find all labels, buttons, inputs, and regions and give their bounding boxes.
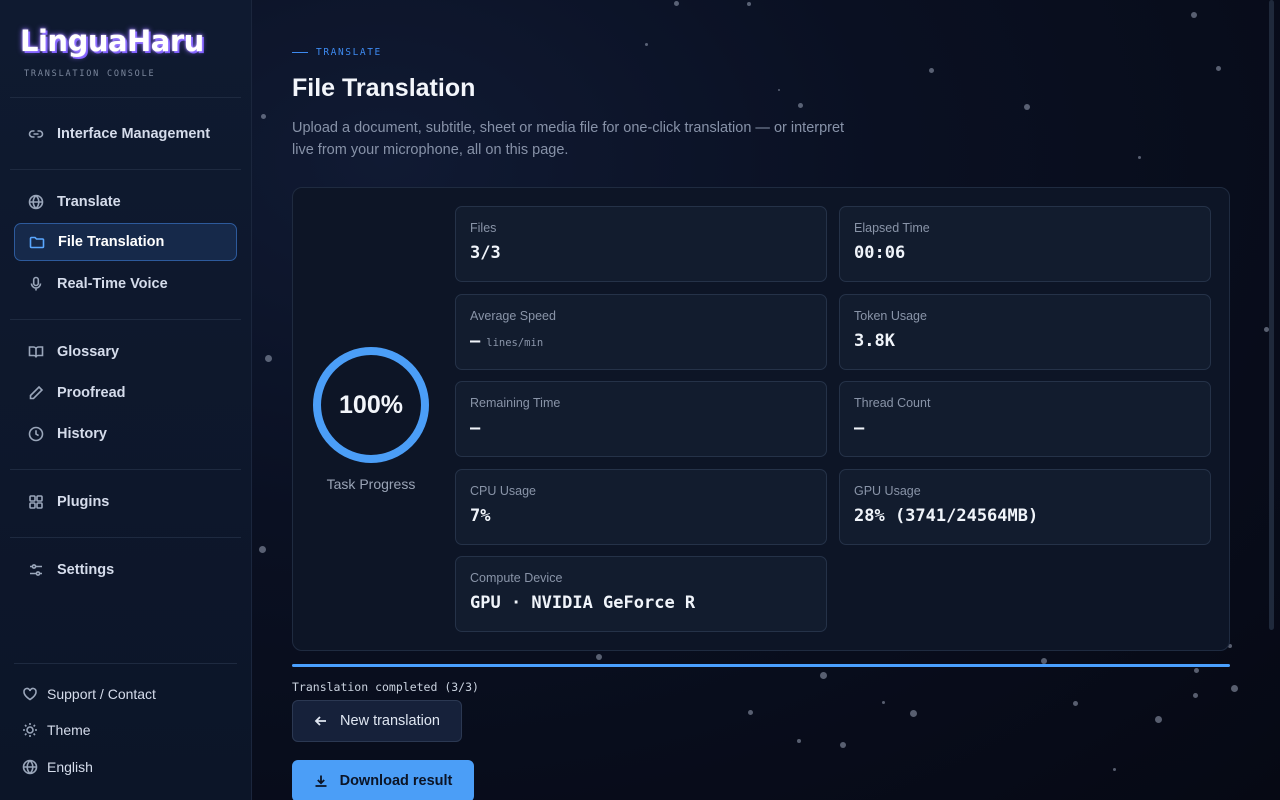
stat-value: — — [470, 418, 481, 438]
book-icon — [28, 344, 44, 360]
globe-icon — [28, 194, 44, 210]
stat-label: Average Speed — [470, 309, 556, 323]
completion-progress-bar — [292, 664, 1230, 667]
stat-elapsed-time: Elapsed Time 00:06 — [839, 206, 1211, 282]
scrollbar[interactable] — [1269, 0, 1274, 630]
heart-icon — [22, 686, 38, 702]
sidebar-item-label: History — [57, 426, 107, 442]
new-translation-button[interactable]: New translation — [292, 700, 462, 742]
download-result-label: Download result — [339, 773, 453, 789]
sidebar-item-translate[interactable]: Translate — [14, 183, 237, 221]
sidebar-item-label: Translate — [57, 194, 121, 210]
sidebar-item-plugins[interactable]: Plugins — [14, 483, 237, 521]
stat-average-speed: Average Speed — lines/min — [455, 294, 827, 370]
sidebar-item-label: Real-Time Voice — [57, 276, 168, 292]
sidebar-item-label: Proofread — [57, 385, 126, 401]
support-contact-label: Support / Contact — [47, 686, 156, 702]
pencil-icon — [28, 385, 44, 401]
stat-value: 3/3 — [470, 243, 501, 263]
sun-icon — [22, 722, 38, 738]
stat-compute-device: Compute Device GPU · NVIDIA GeForce R — [455, 556, 827, 632]
divider — [10, 97, 241, 98]
breadcrumb-dash — [292, 52, 308, 53]
logo-subtitle: TRANSLATION CONSOLE — [24, 69, 156, 79]
stat-value: — — [854, 418, 865, 438]
main-content: TRANSLATE File Translation Upload a docu… — [252, 0, 1280, 800]
arrow-left-icon — [314, 714, 328, 728]
divider — [10, 537, 241, 538]
stat-value: 00:06 — [854, 243, 906, 263]
divider — [10, 169, 241, 170]
download-icon — [314, 774, 328, 788]
stat-label: Thread Count — [854, 396, 931, 410]
clock-icon — [28, 426, 44, 442]
divider — [14, 663, 237, 664]
theme-toggle[interactable]: Theme — [22, 722, 91, 738]
breadcrumb-label: TRANSLATE — [316, 47, 382, 58]
progress-panel: 100% Task Progress Files 3/3 Elapsed Tim… — [292, 187, 1230, 651]
stat-value: 3.8K — [854, 331, 895, 351]
sidebar-item-interface-management[interactable]: Interface Management — [14, 115, 237, 153]
stat-label: Token Usage — [854, 309, 927, 323]
page-description: Upload a document, subtitle, sheet or me… — [292, 120, 845, 158]
sidebar: LinguaHaru TRANSLATION CONSOLE Interface… — [0, 0, 252, 800]
theme-label: Theme — [47, 722, 91, 738]
microphone-icon — [28, 276, 44, 292]
stat-value: 28% (3741/24564MB) — [854, 506, 1039, 526]
sidebar-item-real-time-voice[interactable]: Real-Time Voice — [14, 265, 237, 303]
progress-ring: 100% — [311, 345, 431, 465]
app-logo[interactable]: LinguaHaru — [20, 24, 204, 58]
grid-icon — [28, 494, 44, 510]
stat-value-row: — lines/min — [470, 331, 812, 351]
link-icon — [28, 126, 44, 142]
sidebar-item-history[interactable]: History — [14, 415, 237, 453]
stat-token-usage: Token Usage 3.8K — [839, 294, 1211, 370]
breadcrumb: TRANSLATE — [292, 47, 382, 58]
stat-value: — — [470, 331, 481, 351]
sidebar-item-label: File Translation — [58, 234, 165, 250]
stat-gpu-usage: GPU Usage 28% (3741/24564MB) — [839, 469, 1211, 545]
stat-label: Elapsed Time — [854, 221, 930, 235]
sidebar-item-proofread[interactable]: Proofread — [14, 374, 237, 412]
sidebar-item-label: Settings — [57, 562, 115, 578]
stat-value: 7% — [470, 506, 491, 526]
stat-files: Files 3/3 — [455, 206, 827, 282]
stat-label: CPU Usage — [470, 484, 536, 498]
stat-label: Compute Device — [470, 571, 563, 585]
stat-label: Files — [470, 221, 497, 235]
sidebar-item-settings[interactable]: Settings — [14, 551, 237, 589]
stat-unit: lines/min — [486, 337, 544, 349]
stat-cpu-usage: CPU Usage 7% — [455, 469, 827, 545]
sidebar-item-glossary[interactable]: Glossary — [14, 333, 237, 371]
folder-icon — [29, 234, 45, 250]
status-text: Translation completed (3/3) — [292, 680, 479, 694]
page-title: File Translation — [292, 74, 476, 102]
new-translation-label: New translation — [340, 713, 440, 729]
progress-percent: 100% — [339, 390, 403, 419]
stat-label: GPU Usage — [854, 484, 921, 498]
download-result-button[interactable]: Download result — [292, 760, 474, 800]
stat-label: Remaining Time — [470, 396, 561, 410]
sidebar-item-label: Interface Management — [57, 126, 211, 142]
language-selector[interactable]: English — [22, 759, 93, 775]
divider — [10, 469, 241, 470]
divider — [10, 319, 241, 320]
globe-icon — [22, 759, 38, 775]
sidebar-item-label: Glossary — [57, 344, 120, 360]
stat-thread-count: Thread Count — — [839, 381, 1211, 457]
progress-label: Task Progress — [326, 476, 416, 492]
stat-value: GPU · NVIDIA GeForce R — [470, 593, 696, 613]
sidebar-item-label: Plugins — [57, 494, 110, 510]
support-contact-link[interactable]: Support / Contact — [22, 686, 156, 702]
sidebar-item-file-translation[interactable]: File Translation — [14, 223, 237, 261]
sliders-icon — [28, 562, 44, 578]
language-label: English — [47, 759, 93, 775]
stat-remaining-time: Remaining Time — — [455, 381, 827, 457]
